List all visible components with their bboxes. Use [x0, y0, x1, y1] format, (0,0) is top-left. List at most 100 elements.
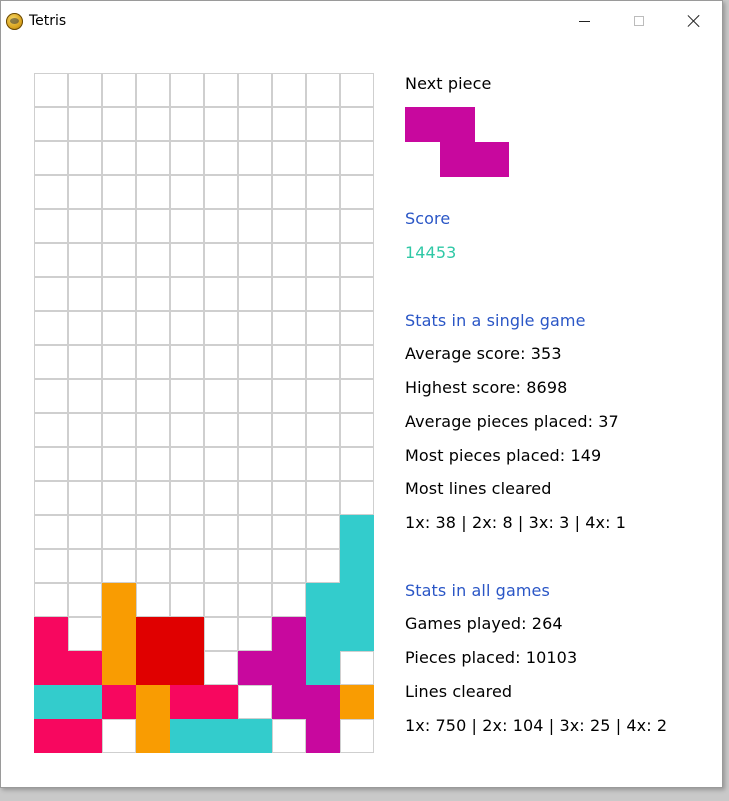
filled-cell [272, 617, 306, 651]
empty-cell [34, 175, 68, 209]
filled-cell [170, 719, 204, 753]
empty-cell [340, 175, 374, 209]
empty-cell [136, 175, 170, 209]
next-piece-preview [405, 107, 509, 177]
maximize-button[interactable] [616, 1, 662, 41]
empty-cell [238, 481, 272, 515]
filled-cell [306, 685, 340, 719]
average-pieces-stat: Average pieces placed: 37 [405, 412, 619, 431]
filled-cell [102, 685, 136, 719]
score-label: Score [405, 209, 451, 228]
empty-cell [306, 447, 340, 481]
next-piece-label: Next piece [405, 74, 492, 93]
empty-cell [68, 311, 102, 345]
empty-cell [34, 549, 68, 583]
empty-cell [272, 209, 306, 243]
empty-cell [102, 515, 136, 549]
empty-cell [170, 141, 204, 175]
empty-cell [136, 277, 170, 311]
empty-cell [34, 515, 68, 549]
empty-cell [170, 345, 204, 379]
empty-cell [204, 345, 238, 379]
filled-cell [306, 617, 340, 651]
empty-cell [34, 209, 68, 243]
empty-cell [102, 549, 136, 583]
empty-cell [170, 515, 204, 549]
close-button[interactable] [671, 1, 717, 41]
empty-cell [272, 73, 306, 107]
empty-cell [170, 481, 204, 515]
empty-cell [68, 345, 102, 379]
empty-cell [204, 379, 238, 413]
empty-cell [272, 107, 306, 141]
empty-cell [136, 73, 170, 107]
empty-cell [102, 243, 136, 277]
game-board[interactable] [34, 73, 374, 753]
empty-cell [170, 311, 204, 345]
empty-cell [170, 379, 204, 413]
empty-cell [68, 141, 102, 175]
empty-cell [204, 73, 238, 107]
empty-cell [204, 651, 238, 685]
empty-cell [68, 107, 102, 141]
empty-cell [204, 617, 238, 651]
empty-cell [68, 617, 102, 651]
empty-cell [272, 515, 306, 549]
filled-cell [340, 515, 374, 549]
empty-cell [306, 481, 340, 515]
empty-cell [238, 209, 272, 243]
empty-cell [238, 583, 272, 617]
empty-cell [34, 141, 68, 175]
empty-cell [306, 345, 340, 379]
empty-cell [102, 209, 136, 243]
empty-cell [204, 447, 238, 481]
most-lines-stat: Most lines cleared [405, 479, 552, 498]
empty-cell [34, 413, 68, 447]
empty-cell [272, 447, 306, 481]
empty-cell [306, 175, 340, 209]
filled-cell [170, 651, 204, 685]
empty-cell [34, 311, 68, 345]
empty-cell [68, 243, 102, 277]
close-icon [687, 14, 701, 28]
empty-cell [238, 379, 272, 413]
score-value: 14453 [405, 243, 457, 262]
empty-cell [272, 413, 306, 447]
empty-cell [136, 549, 170, 583]
empty-cell [238, 413, 272, 447]
minimize-icon [578, 20, 590, 22]
empty-cell [204, 413, 238, 447]
empty-cell [306, 413, 340, 447]
empty-cell [102, 413, 136, 447]
empty-cell [272, 175, 306, 209]
empty-cell [306, 141, 340, 175]
empty-cell [136, 243, 170, 277]
next-piece-block [439, 141, 475, 177]
minimize-button[interactable] [561, 1, 607, 41]
filled-cell [306, 583, 340, 617]
empty-cell [136, 379, 170, 413]
empty-cell [340, 107, 374, 141]
filled-cell [306, 719, 340, 753]
empty-cell [34, 345, 68, 379]
empty-cell [34, 481, 68, 515]
empty-cell [170, 583, 204, 617]
filled-cell [136, 685, 170, 719]
filled-cell [238, 719, 272, 753]
empty-cell [102, 277, 136, 311]
empty-cell [306, 549, 340, 583]
empty-cell [238, 73, 272, 107]
filled-cell [272, 651, 306, 685]
empty-cell [238, 447, 272, 481]
empty-cell [170, 447, 204, 481]
empty-cell [34, 277, 68, 311]
empty-cell [238, 617, 272, 651]
title-bar[interactable]: Tetris [1, 1, 722, 41]
filled-cell [340, 617, 374, 651]
empty-cell [272, 243, 306, 277]
empty-cell [170, 549, 204, 583]
empty-cell [340, 413, 374, 447]
empty-cell [340, 209, 374, 243]
empty-cell [68, 515, 102, 549]
empty-cell [136, 583, 170, 617]
